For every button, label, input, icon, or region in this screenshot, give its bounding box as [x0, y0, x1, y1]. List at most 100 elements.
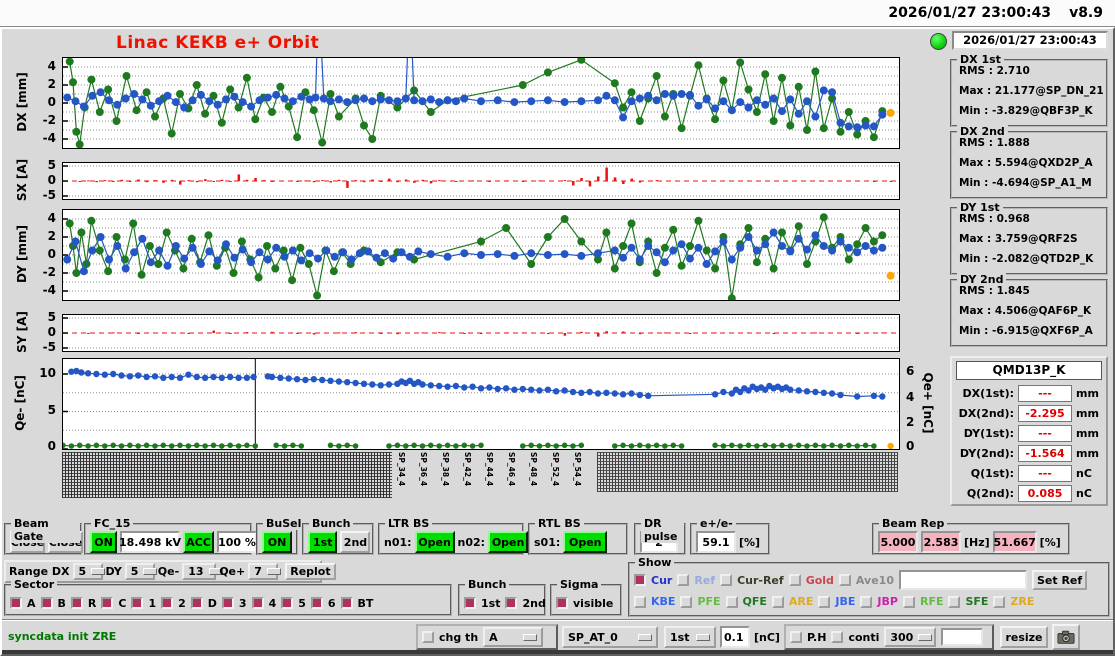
resize-button[interactable]: resize — [1000, 626, 1048, 648]
bpm-monitor-name[interactable]: QMD13P_K — [956, 361, 1102, 380]
sector-checkbox-6[interactable] — [310, 597, 323, 609]
range-qem-label: Qe- — [157, 565, 180, 578]
bunch-2nd-button[interactable]: 2nd — [340, 531, 371, 553]
rtl-s01-open-button[interactable]: Open — [563, 531, 608, 553]
bunch-select[interactable]: 1st — [664, 626, 716, 648]
show-qfe-checkbox[interactable] — [725, 595, 738, 608]
sector-checkbox-bt[interactable] — [340, 597, 353, 609]
qep-tick: 6 — [906, 364, 915, 378]
bpm-dense-labels-right — [597, 452, 898, 492]
ref-file-input[interactable] — [898, 570, 1027, 590]
chg-th-select[interactable]: A — [483, 627, 544, 647]
busel-on-button[interactable]: ON — [262, 531, 292, 553]
show-qfe-label: QFE — [742, 595, 767, 608]
max-line: Max : 3.759@QRF2S — [959, 233, 1078, 245]
sector-checkbox-a[interactable] — [10, 597, 22, 609]
sigma-visible-label: visible — [573, 596, 614, 610]
sigma-visible-checkbox[interactable] — [556, 597, 568, 609]
bunch-2nd-checkbox[interactable] — [505, 597, 518, 609]
show-kbe-checkbox[interactable] — [634, 595, 646, 608]
threshold-input[interactable] — [720, 626, 750, 648]
show-row-1: Cur Ref Cur-Ref Gold Ave10 Set Ref — [630, 564, 1108, 590]
screenshot-button[interactable] — [1052, 624, 1080, 650]
count-input[interactable] — [941, 628, 984, 646]
bunch-1st-checkbox[interactable] — [464, 597, 476, 609]
replot-button[interactable]: Replot — [285, 563, 336, 580]
show-cur-ref-checkbox[interactable] — [720, 574, 733, 586]
sector-checkbox-3[interactable] — [221, 597, 234, 609]
show-are-checkbox[interactable] — [771, 595, 784, 608]
dy-tick: -2 — [42, 265, 56, 279]
sector-checkbox-d[interactable] — [190, 597, 203, 609]
qe-tick: 0 — [47, 439, 56, 453]
bunch-1st-button[interactable]: 1st — [308, 531, 338, 553]
sector-checkbox-b[interactable] — [40, 597, 53, 609]
bpm-select[interactable]: SP_AT_0 — [562, 626, 658, 648]
sector-checkbox-1[interactable] — [131, 597, 144, 609]
show-ref-checkbox[interactable] — [677, 574, 690, 586]
show-jbe-checkbox[interactable] — [818, 595, 831, 608]
sector-label: BT — [357, 596, 374, 610]
max-line: Max : 4.506@QAF6P_K — [959, 305, 1092, 317]
sector-checkbox-4[interactable] — [251, 597, 264, 609]
set-ref-button[interactable]: Set Ref — [1031, 570, 1088, 590]
show-cur-checkbox[interactable] — [634, 574, 646, 586]
chg-th-checkbox[interactable] — [422, 631, 434, 643]
dx-1st-stats: DX 1st RMS : 2.710 Max : 21.177@SP_DN_21… — [950, 53, 1108, 127]
range-dx-select[interactable]: 5 — [72, 563, 106, 580]
beam-gate-group: Beam Gate Close Close — [4, 517, 83, 555]
top-title-bar: 2026/01/27 23:00:43 v8.9 — [0, 0, 1115, 27]
show-ave10-checkbox[interactable] — [838, 574, 851, 586]
sector-checkbox-c[interactable] — [101, 597, 114, 609]
fc15-acc-button[interactable]: ACC — [183, 531, 214, 553]
show-sfe-checkbox[interactable] — [948, 595, 961, 608]
sector-label: 5 — [298, 596, 306, 610]
sector-checkbox-r[interactable] — [70, 597, 83, 609]
topbar-datetime: 2026/01/27 23:00:43 — [888, 5, 1052, 21]
bpm-monitor-panel: QMD13P_K DX(1st): --- mm DX(2nd): -2.295 mm … — [950, 356, 1108, 506]
show-pfe-label: PFE — [697, 595, 721, 608]
show-pfe-checkbox[interactable] — [680, 595, 693, 608]
npoints-select[interactable]: 300 — [884, 627, 937, 647]
ltr-n02-open-button[interactable]: Open — [488, 531, 529, 553]
show-kbe-label: KBE — [651, 595, 676, 608]
sy-plot — [62, 314, 900, 352]
ltr-n01-open-button[interactable]: Open — [414, 531, 455, 553]
range-qep-select[interactable]: 7 — [248, 563, 281, 580]
bunch-1st-label: 1st — [481, 596, 501, 610]
range-dy-select[interactable]: 5 — [124, 563, 158, 580]
fc15-on-button[interactable]: ON — [90, 531, 117, 553]
sector-checkbox-2[interactable] — [161, 597, 174, 609]
min-line: Min : -6.915@QXF6P_A — [959, 325, 1093, 337]
show-zre-checkbox[interactable] — [993, 595, 1006, 608]
ee-ratio-value[interactable]: 59.1 — [696, 531, 736, 553]
conti-checkbox[interactable] — [831, 631, 844, 643]
monitor-row: DX(1st): --- mm — [962, 384, 1099, 402]
show-gold-label: Gold — [805, 573, 834, 587]
max-line: Max : 21.177@SP_DN_21 — [959, 85, 1104, 97]
fc15-group: FC_15 ON 18.498 kV ACC 100 % — [84, 517, 257, 555]
acquisition-group: P.H conti 300 — [784, 624, 994, 650]
sector-checkbox-5[interactable] — [281, 597, 294, 609]
ee-ratio-title: e+/e- — [697, 517, 736, 530]
sy-tick: 5 — [47, 310, 56, 324]
ltr-bs-title: LTR BS — [385, 517, 433, 530]
show-jbp-checkbox[interactable] — [860, 595, 873, 608]
ee-ratio-group: e+/e- 59.1 [%] — [690, 517, 770, 555]
show-gold-checkbox[interactable] — [788, 574, 801, 586]
ph-checkbox[interactable] — [790, 631, 802, 643]
show-rfe-checkbox[interactable] — [902, 595, 915, 608]
topbar-version: v8.9 — [1069, 5, 1103, 21]
range-qem-select[interactable]: 13 — [182, 563, 223, 580]
bpm-labels: SP_34_4 SP_36_4 SP_38_4 SP_42_4 SP_44_4 SP_46… — [397, 452, 593, 486]
bunch-filter-group: Bunch 1st 2nd — [458, 578, 546, 616]
range-dy-label: DY — [105, 565, 122, 578]
dx-tick: 0 — [47, 95, 56, 109]
bunch-2nd-label: 2nd — [522, 596, 546, 610]
chg-th-group: chg th A — [416, 624, 558, 650]
dy-tick: -4 — [42, 283, 56, 297]
rtl-bs-group: RTL BS s01: Open — [528, 517, 628, 555]
show-ref-label: Ref — [694, 573, 716, 587]
sy-tick: 0 — [47, 325, 56, 339]
dx-tick: -4 — [42, 131, 56, 145]
